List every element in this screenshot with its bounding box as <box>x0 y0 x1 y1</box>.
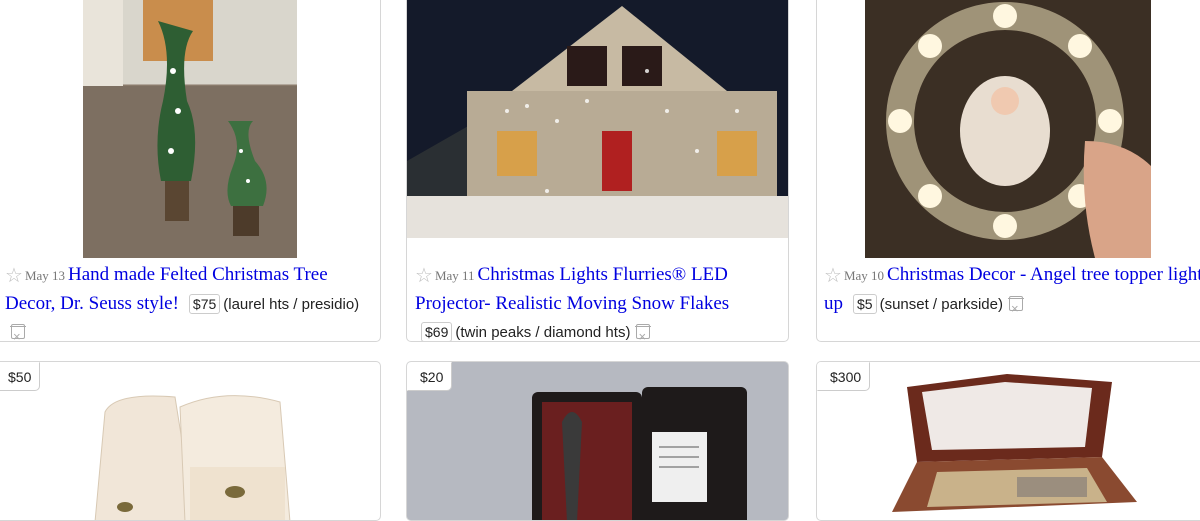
music-box-photo <box>892 374 1137 512</box>
favorite-star-icon[interactable]: ☆ <box>824 265 842 287</box>
listing-card[interactable]: $300 <box>816 361 1200 521</box>
listing-date: May 10 <box>843 268 885 283</box>
listing-date: May 11 <box>434 268 475 283</box>
listing-neighborhood: (sunset / parkside) <box>879 296 1003 313</box>
listing-card[interactable]: ☆ May 10 Christmas Decor - Angel tree topp… <box>816 0 1200 342</box>
listing-info: ☆ May 13 Hand made Felted Christmas Tree D… <box>5 261 374 341</box>
felted-trees-photo <box>83 0 297 258</box>
listing-neighborhood: (laurel hts / presidio) <box>223 296 360 313</box>
listing-image[interactable] <box>407 0 788 238</box>
listing-price: $5 <box>853 294 877 314</box>
favorite-star-icon[interactable]: ☆ <box>415 265 433 287</box>
listing-image[interactable] <box>407 362 788 520</box>
house-projector-photo <box>407 0 788 238</box>
listing-image[interactable] <box>887 362 1177 520</box>
price-badge: $20 <box>407 362 453 391</box>
listing-info: ☆ May 10 Christmas Decor - Angel tree topp… <box>824 261 1200 323</box>
hide-listing-icon[interactable] <box>1007 295 1024 323</box>
listing-card[interactable]: $20 <box>406 361 789 521</box>
price-badge: $50 <box>0 362 41 391</box>
listing-info: ☆ May 11 Christmas Lights Flurries® LED Pr… <box>415 261 782 341</box>
angel-topper-photo <box>865 0 1151 258</box>
listing-image[interactable] <box>83 0 297 258</box>
hide-listing-icon[interactable] <box>10 323 26 341</box>
listing-card[interactable]: ☆ May 13 Hand made Felted Christmas Tree D… <box>0 0 381 342</box>
favorite-star-icon[interactable]: ☆ <box>5 265 23 287</box>
listing-neighborhood: (twin peaks / diamond hts) <box>455 324 631 341</box>
towels-photo <box>94 395 291 520</box>
listing-date: May 13 <box>24 268 66 283</box>
hide-listing-icon[interactable] <box>635 323 652 341</box>
listing-image[interactable] <box>865 0 1151 258</box>
listing-card[interactable]: $50 <box>0 361 381 521</box>
listing-image[interactable] <box>85 372 305 520</box>
tool-case-photo <box>407 362 788 520</box>
price-badge: $300 <box>817 362 871 391</box>
listing-price: $69 <box>421 322 453 341</box>
listing-price: $75 <box>188 294 221 314</box>
listing-card[interactable]: ☆ May 11 Christmas Lights Flurries® LED Pr… <box>406 0 789 342</box>
